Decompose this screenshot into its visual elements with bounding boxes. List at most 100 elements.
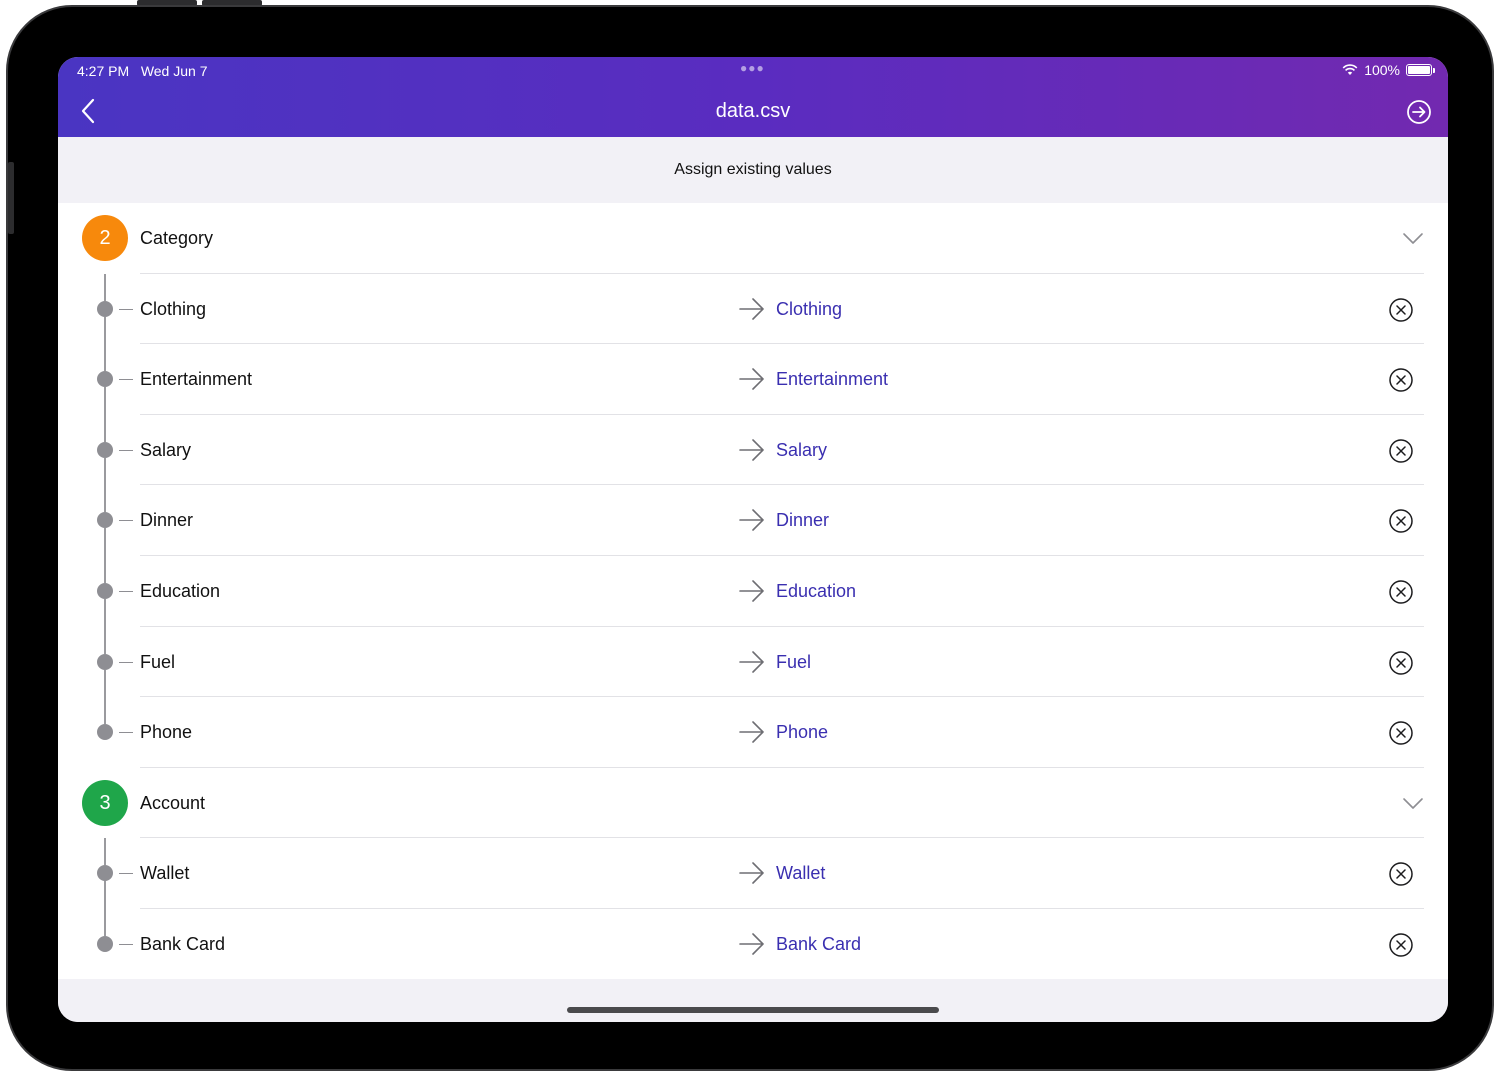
arrow-right-icon	[739, 650, 764, 673]
tree-node-dot	[97, 441, 113, 458]
arrow-right-icon	[739, 297, 764, 320]
group-header-category[interactable]: 2 Category	[58, 203, 1448, 274]
tree-node-dot	[97, 865, 113, 882]
group-label: Account	[140, 792, 206, 813]
source-value: Phone	[140, 722, 193, 743]
tree-node-dot	[97, 371, 113, 388]
home-indicator[interactable]	[567, 1007, 939, 1013]
target-value-link[interactable]: Salary	[776, 415, 827, 485]
source-value: Entertainment	[140, 369, 253, 390]
tree-line	[104, 414, 106, 442]
tree-line	[104, 556, 106, 583]
arrow-right-icon	[739, 438, 764, 461]
tree-line	[104, 599, 106, 627]
arrow-right-icon	[739, 721, 764, 743]
remove-circle-icon[interactable]	[1388, 579, 1414, 605]
tree-connector	[119, 308, 133, 310]
status-right: 100%	[1342, 62, 1435, 78]
section-subtitle: Assign existing values	[58, 137, 1448, 203]
tree-line	[104, 626, 106, 654]
tree-node-dot	[97, 583, 113, 599]
mapping-row: Fuel Fuel	[58, 626, 1448, 698]
remove-circle-icon[interactable]	[1388, 508, 1414, 534]
source-value: Education	[140, 581, 221, 601]
group-header-account[interactable]: 3 Account	[58, 768, 1448, 839]
mapping-row: Clothing Clothing	[58, 273, 1448, 345]
tree-node-dot	[97, 936, 113, 952]
remove-circle-icon[interactable]	[1388, 367, 1414, 393]
tree-line	[104, 838, 106, 866]
remove-circle-icon[interactable]	[1388, 932, 1414, 958]
arrow-right-icon	[739, 862, 764, 885]
tree-node-dot	[97, 512, 113, 529]
tree-connector	[119, 379, 133, 381]
source-value: Clothing	[140, 298, 207, 319]
multitasking-dots-icon[interactable]: ●●●	[740, 61, 765, 75]
target-value-link[interactable]: Phone	[776, 697, 828, 767]
wifi-icon	[1342, 64, 1358, 75]
page-title: data.csv	[715, 100, 791, 122]
mapping-row: Bank Card Bank Card	[58, 909, 1448, 980]
mapping-row: Wallet Wallet	[58, 838, 1448, 910]
target-value-link[interactable]: Entertainment	[776, 344, 888, 414]
target-value-link[interactable]: Fuel	[776, 627, 811, 697]
arrow-right-icon	[739, 368, 764, 390]
mapping-row: Phone Phone	[58, 697, 1448, 768]
tree-connector	[119, 944, 133, 945]
remove-circle-icon[interactable]	[1388, 861, 1414, 887]
mapping-row: Entertainment Entertainment	[58, 344, 1448, 416]
navigation-header: 4:27 PM Wed Jun 7 ●●● 100% data.csv	[58, 57, 1448, 137]
status-time: 4:27 PM Wed Jun 7	[77, 63, 207, 79]
tree-line	[104, 485, 106, 513]
target-value-link[interactable]: Education	[776, 556, 856, 626]
source-value: Fuel	[140, 651, 176, 672]
tree-line	[104, 909, 106, 936]
side-button	[8, 162, 14, 234]
tree-node-dot	[97, 653, 113, 670]
chevron-down-icon[interactable]	[1402, 792, 1424, 814]
group-number-badge: 2	[82, 215, 128, 261]
tree-connector	[119, 520, 133, 522]
tree-node-dot	[97, 724, 113, 741]
tree-connector	[119, 873, 133, 875]
tree-line	[104, 669, 106, 698]
source-value: Wallet	[140, 863, 190, 884]
tree-connector	[119, 661, 133, 663]
tree-connector	[119, 732, 133, 734]
source-value: Salary	[140, 439, 192, 460]
battery-percent: 100%	[1364, 62, 1400, 78]
tree-connector	[119, 591, 133, 592]
tree-line	[104, 344, 106, 372]
mapping-list: 2 Category Clothing Clothing Entertainme…	[58, 203, 1448, 979]
tree-line	[104, 387, 106, 416]
target-value-link[interactable]: Clothing	[776, 274, 842, 344]
mapping-row: Salary Salary	[58, 414, 1448, 486]
target-value-link[interactable]: Bank Card	[776, 909, 861, 979]
arrow-right-icon	[739, 933, 764, 955]
arrow-right-icon	[739, 509, 764, 532]
tree-line	[104, 528, 106, 557]
tree-node-dot	[97, 300, 113, 317]
mapping-row: Education Education	[58, 556, 1448, 627]
remove-circle-icon[interactable]	[1388, 720, 1414, 746]
tree-line	[104, 697, 106, 725]
remove-circle-icon[interactable]	[1388, 297, 1414, 323]
tree-line	[104, 457, 106, 486]
arrow-right-circle-icon[interactable]	[1406, 99, 1432, 125]
target-value-link[interactable]: Wallet	[776, 838, 825, 908]
tree-line	[104, 316, 106, 345]
source-value: Bank Card	[140, 934, 226, 954]
tree-connector	[119, 449, 133, 451]
status-date-value: Wed Jun 7	[140, 63, 208, 79]
arrow-right-icon	[739, 580, 764, 602]
remove-circle-icon[interactable]	[1388, 438, 1414, 464]
remove-circle-icon[interactable]	[1388, 650, 1414, 676]
tree-line	[104, 881, 106, 910]
chevron-down-icon[interactable]	[1402, 227, 1424, 249]
battery-icon	[1406, 64, 1435, 76]
tree-line	[104, 273, 106, 301]
screen: 4:27 PM Wed Jun 7 ●●● 100% data.csv Assi…	[58, 57, 1448, 1022]
mapping-row: Dinner Dinner	[58, 485, 1448, 557]
target-value-link[interactable]: Dinner	[776, 485, 829, 555]
status-time-value: 4:27 PM	[77, 63, 130, 79]
